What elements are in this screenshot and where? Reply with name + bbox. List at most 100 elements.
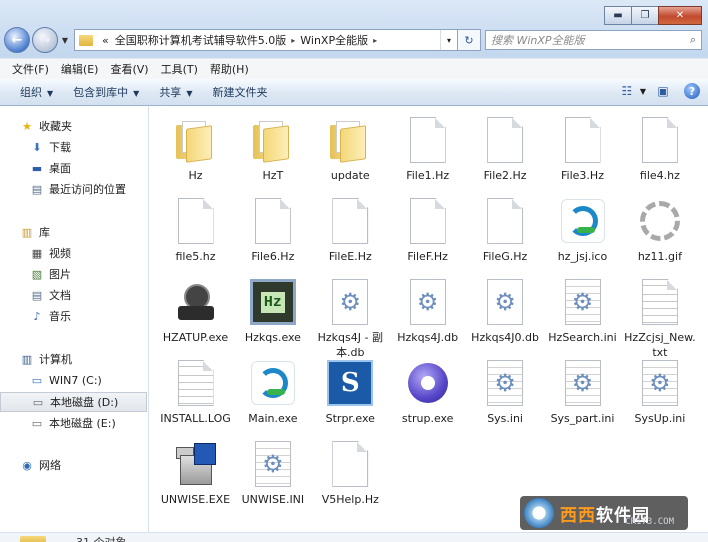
file-item[interactable]: HZATUP.exe: [157, 278, 234, 345]
organize-label: 组织: [20, 86, 42, 99]
nav-label: 文档: [49, 289, 71, 302]
file-item[interactable]: HzZcjsj_New.txt: [621, 278, 698, 360]
menu-tools[interactable]: 工具(T): [155, 61, 204, 77]
file-name: update: [330, 169, 370, 182]
exam-app-icon: [559, 197, 607, 245]
file-item[interactable]: ⚙ Hzkqs4J - 副本.db: [312, 278, 389, 360]
file-name: strup.exe: [401, 412, 454, 425]
breadcrumb-separator-icon[interactable]: ▸: [289, 36, 297, 45]
recent-pages-dropdown[interactable]: ▼: [60, 36, 70, 45]
desktop-icon: ▬: [31, 161, 43, 175]
file-item[interactable]: strup.exe: [389, 359, 466, 426]
file-item[interactable]: hz11.gif: [621, 197, 698, 264]
menu-file[interactable]: 文件(F): [6, 61, 55, 77]
organize-button[interactable]: 组织 ▼: [10, 84, 63, 100]
minimize-button[interactable]: ▬: [604, 6, 632, 25]
file-name: UNWISE.INI: [241, 493, 305, 506]
help-icon[interactable]: ?: [684, 83, 700, 99]
file-item[interactable]: File1.Hz: [389, 116, 466, 183]
include-in-library-button[interactable]: 包含到库中 ▼: [63, 84, 149, 100]
file-item[interactable]: ⚙ Hzkqs4J.db: [389, 278, 466, 345]
forward-arrow-icon: →: [39, 32, 51, 48]
forward-button[interactable]: →: [32, 27, 58, 53]
file-item[interactable]: ⚙ Sys.ini: [467, 359, 544, 426]
settings-file-icon: ⚙: [636, 359, 684, 407]
file-name: SysUp.ini: [634, 412, 686, 425]
file-item[interactable]: File6.Hz: [234, 197, 311, 264]
file-item[interactable]: File3.Hz: [544, 116, 621, 183]
breadcrumb-item[interactable]: 全国职称计算机考试辅导软件5.0版: [112, 32, 290, 48]
nav-label: 图片: [49, 268, 71, 281]
close-button[interactable]: ✕: [658, 6, 702, 25]
file-name: File6.Hz: [251, 250, 295, 263]
file-item[interactable]: update: [312, 116, 389, 183]
nav-label: 桌面: [49, 162, 71, 175]
breadcrumb-separator-icon[interactable]: ▸: [371, 36, 379, 45]
file-item[interactable]: UNWISE.EXE: [157, 440, 234, 507]
refresh-button[interactable]: ↻: [458, 29, 481, 51]
file-item[interactable]: Main.exe: [234, 359, 311, 426]
file-item[interactable]: ⚙ UNWISE.INI: [234, 440, 311, 507]
file-item[interactable]: FileE.Hz: [312, 197, 389, 264]
view-dropdown-icon[interactable]: ▼: [640, 87, 646, 96]
maximize-button[interactable]: ❐: [631, 6, 659, 25]
file-item[interactable]: ⚙ Sys_part.ini: [544, 359, 621, 426]
settings-file-icon: ⚙: [559, 359, 607, 407]
drive-icon: ▭: [32, 395, 44, 409]
nav-favorites[interactable]: ★ 收藏夹: [0, 116, 167, 136]
file-item[interactable]: ⚙ HzSearch.ini: [544, 278, 621, 345]
nav-computer[interactable]: ▥ 计算机: [0, 349, 167, 369]
document-icon: [326, 440, 374, 488]
file-item[interactable]: V5Help.Hz: [312, 440, 389, 507]
file-item[interactable]: file5.hz: [157, 197, 234, 264]
file-item[interactable]: HzT: [234, 116, 311, 183]
file-name: FileF.Hz: [407, 250, 448, 263]
search-input[interactable]: 搜索 WinXP全能版: [491, 32, 585, 48]
file-item[interactable]: S Strpr.exe: [312, 359, 389, 426]
file-name: FileE.Hz: [328, 250, 372, 263]
breadcrumb-overflow[interactable]: «: [99, 34, 112, 47]
back-button[interactable]: ←: [4, 27, 30, 53]
file-name: Main.exe: [248, 412, 298, 425]
nav-label: 本地磁盘 (E:): [49, 417, 116, 430]
nav-libraries[interactable]: ▥ 库: [0, 222, 167, 242]
file-item[interactable]: Hz: [157, 116, 234, 183]
breadcrumb-item[interactable]: WinXP全能版: [297, 32, 371, 48]
drive-icon: ▭: [31, 416, 43, 430]
file-item[interactable]: ⚙ Hzkqs4J0.db: [467, 278, 544, 345]
change-view-icon[interactable]: ☷: [618, 83, 636, 99]
chevron-down-icon: ▼: [186, 89, 193, 98]
star-icon: ★: [22, 119, 32, 133]
nav-drive-d[interactable]: ▭ 本地磁盘 (D:): [0, 392, 147, 412]
nav-label: 收藏夹: [39, 120, 72, 133]
windows-drive-icon: ▭: [31, 373, 43, 387]
document-icon: [481, 197, 529, 245]
new-folder-button[interactable]: 新建文件夹: [202, 84, 277, 100]
file-name: File3.Hz: [561, 169, 604, 182]
navigation-pane: ★ 收藏夹 ⬇ 下载 ▬ 桌面 ▤ 最近访问的位置 ▥ 库 ▦ 视频 ▧ 图片 ▤ 文档 ♪ 音乐…: [0, 106, 149, 532]
file-item[interactable]: FileG.Hz: [467, 197, 544, 264]
share-button[interactable]: 共享 ▼: [149, 84, 202, 100]
file-item[interactable]: ⚙ SysUp.ini: [621, 359, 698, 426]
file-name: UNWISE.EXE: [160, 493, 231, 506]
file-item[interactable]: File2.Hz: [467, 116, 544, 183]
file-item[interactable]: FileF.Hz: [389, 197, 466, 264]
explorer-window: ▬ ❐ ✕ ← → ▼ « 全国职称计算机考试辅导软件5.0版 ▸ WinXP全…: [0, 0, 708, 542]
menu-edit[interactable]: 编辑(E): [55, 61, 105, 77]
document-icon: ▤: [31, 288, 43, 302]
file-item[interactable]: file4.hz: [621, 116, 698, 183]
menu-view[interactable]: 查看(V): [104, 61, 154, 77]
file-item[interactable]: hz_jsj.ico: [544, 197, 621, 264]
search-box[interactable]: 搜索 WinXP全能版 ⌕: [485, 30, 702, 50]
file-item[interactable]: INSTALL.LOG: [157, 359, 234, 426]
file-item[interactable]: Hz Hzkqs.exe: [234, 278, 311, 345]
address-bar[interactable]: « 全国职称计算机考试辅导软件5.0版 ▸ WinXP全能版 ▸ ▾: [74, 29, 458, 51]
status-bar: 31 个对象: [0, 532, 708, 542]
search-icon[interactable]: ⌕: [690, 33, 696, 47]
nav-network[interactable]: ◉ 网络: [0, 455, 167, 475]
address-dropdown-icon[interactable]: ▾: [440, 30, 457, 50]
file-name: Hzkqs.exe: [244, 331, 301, 344]
preview-pane-icon[interactable]: ▣: [654, 83, 672, 99]
file-name: INSTALL.LOG: [160, 412, 231, 425]
menu-help[interactable]: 帮助(H): [204, 61, 255, 77]
